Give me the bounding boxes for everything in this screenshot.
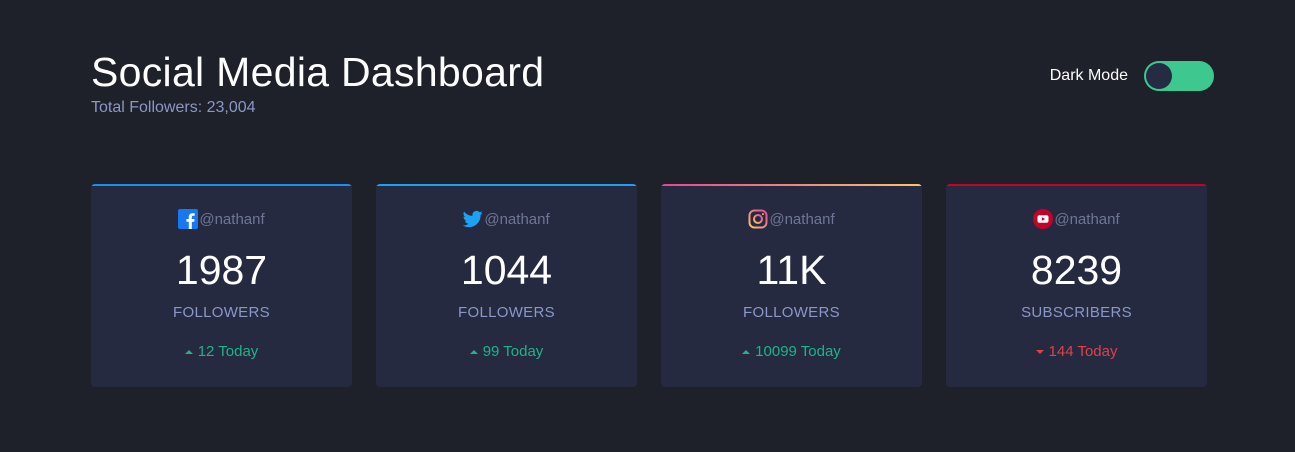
arrow-up-icon <box>184 349 193 354</box>
card-youtube[interactable]: @nathanf 8239 SUBSCRIBERS 144 Today <box>946 184 1207 387</box>
count-label: SUBSCRIBERS <box>1021 304 1132 321</box>
arrow-up-icon <box>469 349 478 354</box>
handle-row: @nathanf <box>376 208 637 230</box>
follower-count: 11K <box>756 247 827 293</box>
count-label: FOLLOWERS <box>458 304 555 321</box>
card-handle: @nathanf <box>769 210 835 228</box>
today-change: 10099 Today <box>661 343 922 360</box>
card-accent-bar <box>661 184 922 186</box>
today-change: 99 Today <box>376 343 637 360</box>
follower-count: 1987 <box>175 247 268 293</box>
handle-row: @nathanf <box>661 208 922 230</box>
count-label: FOLLOWERS <box>743 304 840 321</box>
today-change-text: 12 Today <box>197 343 259 360</box>
dark-mode-toggle[interactable] <box>1144 61 1214 91</box>
youtube-icon <box>1033 209 1054 229</box>
twitter-icon <box>463 210 484 228</box>
toggle-knob[interactable] <box>1146 63 1172 89</box>
card-handle: @nathanf <box>199 210 265 228</box>
dark-mode-label: Dark Mode <box>1049 67 1128 84</box>
instagram-icon <box>748 209 768 229</box>
card-twitter[interactable]: @nathanf 1044 FOLLOWERS 99 Today <box>376 184 637 387</box>
facebook-icon <box>178 209 199 229</box>
handle-row: @nathanf <box>91 208 352 230</box>
dashboard-page: Social Media Dashboard Total Followers: … <box>0 0 1295 452</box>
today-change: 12 Today <box>91 343 352 360</box>
card-accent-bar <box>91 184 352 186</box>
total-followers: Total Followers: 23,004 <box>91 99 256 116</box>
today-change: 144 Today <box>946 343 1207 360</box>
today-change-text: 10099 Today <box>755 343 841 360</box>
card-accent-bar <box>376 184 637 186</box>
handle-row: @nathanf <box>946 208 1207 230</box>
dark-mode-control: Dark Mode <box>1050 61 1214 91</box>
card-handle: @nathanf <box>1054 210 1120 228</box>
card-accent-bar <box>946 184 1207 186</box>
arrow-down-icon <box>1035 349 1044 354</box>
today-change-text: 99 Today <box>482 343 544 360</box>
card-handle: @nathanf <box>484 210 550 228</box>
follower-cards: @nathanf 1987 FOLLOWERS 12 Today @nathan… <box>91 184 1207 387</box>
card-instagram[interactable]: @nathanf 11K FOLLOWERS 10099 Today <box>661 184 922 387</box>
arrow-up-icon <box>742 349 751 354</box>
today-change-text: 144 Today <box>1048 343 1118 360</box>
page-title: Social Media Dashboard <box>91 49 545 95</box>
follower-count: 1044 <box>460 247 553 293</box>
count-label: FOLLOWERS <box>173 304 270 321</box>
card-facebook[interactable]: @nathanf 1987 FOLLOWERS 12 Today <box>91 184 352 387</box>
follower-count: 8239 <box>1030 247 1123 293</box>
